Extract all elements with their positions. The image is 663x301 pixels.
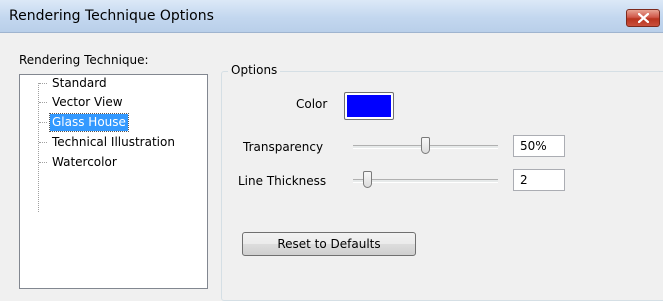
slider-thumb[interactable]	[362, 171, 372, 188]
tree-item-label: Technical Illustration	[52, 135, 175, 149]
transparency-field[interactable]: 50%	[513, 135, 565, 157]
window-title: Rendering Technique Options	[9, 8, 214, 24]
transparency-label: Transparency	[243, 140, 324, 154]
slider-thumb[interactable]	[420, 137, 430, 154]
options-legend: Options	[228, 63, 281, 77]
transparency-slider[interactable]	[353, 136, 498, 156]
color-swatch-fill	[347, 95, 391, 117]
close-button[interactable]	[626, 9, 660, 27]
dialog-body: Rendering Technique: Standard Vector Vie…	[0, 33, 663, 301]
tree-item-label: Glass House	[49, 113, 129, 132]
tree-item-label: Vector View	[52, 95, 123, 109]
tree-item-watercolor[interactable]: Watercolor	[39, 154, 119, 171]
line-thickness-label: Line Thickness	[238, 174, 327, 188]
color-picker-button[interactable]	[344, 92, 394, 120]
tree-item-vector-view[interactable]: Vector View	[39, 94, 125, 111]
tree-item-label: Standard	[52, 76, 107, 90]
line-thickness-field[interactable]: 2	[513, 169, 565, 191]
reset-to-defaults-button[interactable]: Reset to Defaults	[242, 232, 416, 256]
line-thickness-slider[interactable]	[353, 170, 498, 190]
rendering-technique-label: Rendering Technique:	[19, 53, 149, 67]
slider-track	[353, 179, 498, 183]
color-label: Color	[296, 97, 328, 111]
technique-tree[interactable]: Standard Vector View Glass House Technic…	[19, 74, 208, 289]
title-bar: Rendering Technique Options	[0, 0, 663, 33]
tree-item-label: Watercolor	[52, 155, 117, 169]
tree-item-standard[interactable]: Standard	[39, 75, 109, 92]
tree-item-glass-house[interactable]: Glass House	[39, 113, 129, 132]
tree-item-technical-illustration[interactable]: Technical Illustration	[39, 134, 177, 151]
close-icon	[638, 13, 649, 23]
